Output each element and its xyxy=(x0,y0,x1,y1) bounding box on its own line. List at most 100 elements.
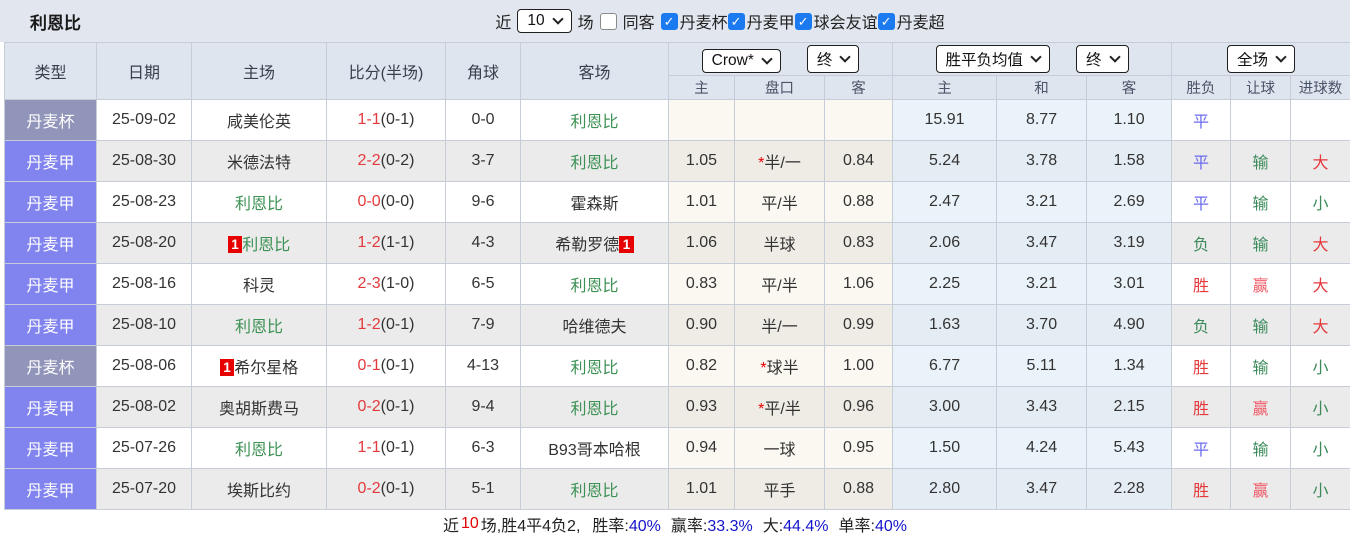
league-type-cell: 丹麦甲 xyxy=(5,141,97,182)
date-cell: 25-08-30 xyxy=(97,141,192,182)
handicap-result-cell: 输 xyxy=(1231,346,1291,387)
handicap-line-cell: 半/一 xyxy=(735,305,825,346)
date-cell: 25-08-20 xyxy=(97,223,192,264)
result-cell: 负 xyxy=(1172,223,1231,264)
halftime-score: (0-1) xyxy=(381,111,415,128)
fulltime-score: 0-2 xyxy=(358,480,381,497)
avg-home-odds-cell: 1.50 xyxy=(893,428,997,469)
score-cell: 2-3(1-0) xyxy=(327,264,446,305)
chevron-down-icon xyxy=(840,51,851,62)
average-select-group: 胜平负均值 终 xyxy=(893,43,1172,76)
halftime-score: (0-1) xyxy=(381,439,415,456)
match-row: 丹麦甲25-07-20埃斯比约0-2(0-1)5-1利恩比1.01平手0.882… xyxy=(5,469,1350,510)
home-team-cell: 利恩比 xyxy=(192,182,327,223)
same-away-checkbox[interactable] xyxy=(600,13,617,30)
avg-draw-odds-cell: 8.77 xyxy=(997,100,1087,141)
avg-away-odds-cell: 2.28 xyxy=(1087,469,1172,510)
result-cell: 胜 xyxy=(1172,264,1231,305)
away-team-cell: 利恩比 xyxy=(521,469,669,510)
summary-line: 近10场,胜4平4负2, 胜率:40%赢率:33.3%大:44.4%单率:40% xyxy=(0,510,1350,538)
away-team-cell: 利恩比 xyxy=(521,264,669,305)
home-team-cell: 科灵 xyxy=(192,264,327,305)
odds-company-select[interactable]: Crow* xyxy=(702,49,781,73)
handicap-result-cell: 输 xyxy=(1231,223,1291,264)
corner-cell: 6-3 xyxy=(446,428,521,469)
avg-draw-odds-cell: 3.21 xyxy=(997,264,1087,305)
match-history-table: 类型 日期 主场 比分(半场) 角球 客场 Crow* 终 胜平负均值 xyxy=(4,42,1350,510)
away-team-cell: 利恩比 xyxy=(521,100,669,141)
match-row: 丹麦甲25-08-02奥胡斯费马0-2(0-1)9-4利恩比0.93*平/半0.… xyxy=(5,387,1350,428)
avg-away-odds-cell: 5.43 xyxy=(1087,428,1172,469)
away-team-cell: 哈维德夫 xyxy=(521,305,669,346)
result-cell: 负 xyxy=(1172,305,1231,346)
away-team-name: 哈维德夫 xyxy=(562,319,626,336)
subheader-hcap-line: 盘口 xyxy=(735,76,825,100)
goals-result-cell xyxy=(1291,100,1350,141)
scope-select[interactable]: 全场 xyxy=(1227,45,1295,73)
away-team-name: 霍森斯 xyxy=(570,196,618,213)
handicap-line-cell: *球半 xyxy=(735,346,825,387)
odds-stage-select-1[interactable]: 终 xyxy=(807,45,860,73)
match-row: 丹麦甲25-08-30米德法特2-2(0-2)3-7利恩比1.05*半/一0.8… xyxy=(5,141,1350,182)
home-team-name: 利恩比 xyxy=(235,319,283,336)
goals-result-cell: 小 xyxy=(1291,428,1350,469)
handicap-home-odds-cell: 1.01 xyxy=(669,469,735,510)
corner-cell: 5-1 xyxy=(446,469,521,510)
odds-stage-select-2[interactable]: 终 xyxy=(1076,45,1129,73)
subheader-result: 胜负 xyxy=(1172,76,1231,100)
league-filter-0: ✓丹麦杯 xyxy=(661,9,728,33)
avg-home-odds-cell: 2.06 xyxy=(893,223,997,264)
league-checkbox[interactable]: ✓ xyxy=(795,13,812,30)
away-team-name: 利恩比 xyxy=(570,483,618,500)
subheader-hcap-home: 主 xyxy=(669,76,735,100)
halftime-score: (1-1) xyxy=(381,234,415,251)
halftime-score: (0-1) xyxy=(381,480,415,497)
league-filter-3: ✓丹麦超 xyxy=(878,9,945,33)
home-team-name: 咸美伦英 xyxy=(227,114,291,131)
chevron-down-icon xyxy=(761,53,772,64)
away-team-cell: 利恩比 xyxy=(521,346,669,387)
handicap-home-odds-cell: 1.05 xyxy=(669,141,735,182)
avg-home-odds-cell: 15.91 xyxy=(893,100,997,141)
league-checkbox[interactable]: ✓ xyxy=(728,13,745,30)
handicap-away-odds-cell: 0.83 xyxy=(825,223,893,264)
handicap-line-cell: *半/一 xyxy=(735,141,825,182)
home-team-name: 希尔星格 xyxy=(234,360,298,377)
date-cell: 25-08-06 xyxy=(97,346,192,387)
handicap-line: 半/一 xyxy=(761,319,797,336)
home-team-name: 米德法特 xyxy=(227,155,291,172)
away-team-name: 利恩比 xyxy=(570,401,618,418)
halftime-score: (0-1) xyxy=(381,357,415,374)
handicap-result-cell: 赢 xyxy=(1231,469,1291,510)
league-type-cell: 丹麦甲 xyxy=(5,387,97,428)
corner-cell: 9-6 xyxy=(446,182,521,223)
avg-away-odds-cell: 2.15 xyxy=(1087,387,1172,428)
league-checkbox[interactable]: ✓ xyxy=(878,13,895,30)
match-row: 丹麦甲25-08-16科灵2-3(1-0)6-5利恩比0.83平/半1.062.… xyxy=(5,264,1350,305)
summary-stat-value: 40% xyxy=(629,518,661,535)
score-cell: 2-2(0-2) xyxy=(327,141,446,182)
col-header-corner: 角球 xyxy=(446,43,521,100)
handicap-line-cell: 平/半 xyxy=(735,264,825,305)
corner-cell: 7-9 xyxy=(446,305,521,346)
avg-draw-odds-cell: 3.78 xyxy=(997,141,1087,182)
goals-result-cell: 大 xyxy=(1291,223,1350,264)
league-type-cell: 丹麦甲 xyxy=(5,428,97,469)
result-cell: 平 xyxy=(1172,141,1231,182)
subheader-hcap-away: 客 xyxy=(825,76,893,100)
league-checkbox[interactable]: ✓ xyxy=(661,13,678,30)
avg-away-odds-cell: 1.34 xyxy=(1087,346,1172,387)
avg-mode-select[interactable]: 胜平负均值 xyxy=(936,45,1051,73)
red-card-badge: 1 xyxy=(619,236,634,253)
match-count-select[interactable]: 10 xyxy=(517,9,571,33)
avg-home-odds-cell: 3.00 xyxy=(893,387,997,428)
away-team-name: 利恩比 xyxy=(570,278,618,295)
date-cell: 25-08-23 xyxy=(97,182,192,223)
home-team-name: 埃斯比约 xyxy=(227,483,291,500)
goals-result-cell: 大 xyxy=(1291,264,1350,305)
handicap-line-cell: 半球 xyxy=(735,223,825,264)
red-card-badge: 1 xyxy=(220,359,235,376)
handicap-result-cell: 输 xyxy=(1231,182,1291,223)
fulltime-score: 1-2 xyxy=(358,234,381,251)
subheader-avg-home: 主 xyxy=(893,76,997,100)
